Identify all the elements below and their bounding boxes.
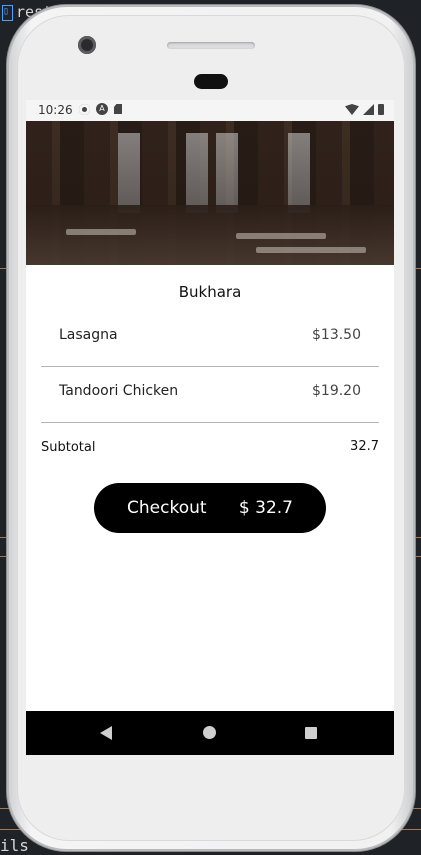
recents-icon[interactable] (305, 727, 317, 739)
front-camera (78, 36, 96, 54)
a-badge-icon: A (96, 103, 108, 115)
battery-icon (378, 104, 384, 115)
hero-floor (26, 205, 394, 265)
hero-table (66, 229, 136, 235)
hero-window (216, 133, 238, 213)
hero-table (236, 233, 326, 239)
cart-item-row[interactable]: Tandoori Chicken $19.20 (41, 366, 379, 423)
hero-table (256, 247, 366, 253)
ide-bottom-text: ils (0, 836, 29, 855)
proximity-sensor (194, 74, 228, 89)
subtotal-label: Subtotal (41, 440, 96, 455)
earpiece-speaker (167, 42, 255, 49)
status-icons-right (345, 104, 384, 115)
file-icon: ▯ (2, 4, 13, 21)
signal-icon (363, 104, 374, 115)
cart-item-row[interactable]: Lasagna $13.50 (41, 310, 379, 367)
checkout-amount: $ 32.7 (238, 498, 293, 518)
hero-window (118, 133, 140, 213)
restaurant-hero-image (26, 121, 394, 265)
subtotal-value: 32.7 (350, 439, 379, 454)
home-icon[interactable] (203, 726, 216, 739)
hero-window (288, 133, 310, 213)
settings-icon (79, 103, 90, 115)
cart-item-price: $19.20 (312, 383, 361, 399)
checkout-label: Checkout (127, 498, 207, 518)
wifi-icon (345, 104, 359, 115)
cart-item-name: Lasagna (59, 327, 118, 343)
back-icon[interactable] (100, 726, 112, 740)
sd-card-icon (114, 104, 122, 114)
cart-item-price: $13.50 (312, 327, 361, 343)
checkout-button[interactable]: Checkout $ 32.7 (94, 483, 326, 533)
android-nav-bar (26, 711, 394, 755)
app-screen: 10:26 A Bukhara Lasagna $13.50 Tandoori … (26, 100, 394, 755)
restaurant-name: Bukhara (178, 283, 242, 301)
status-time: 10:26 (38, 103, 73, 117)
status-icons-left: A (79, 103, 122, 115)
status-bar: 10:26 A (26, 100, 394, 121)
hero-window (186, 133, 208, 213)
cart-item-name: Tandoori Chicken (59, 383, 179, 399)
